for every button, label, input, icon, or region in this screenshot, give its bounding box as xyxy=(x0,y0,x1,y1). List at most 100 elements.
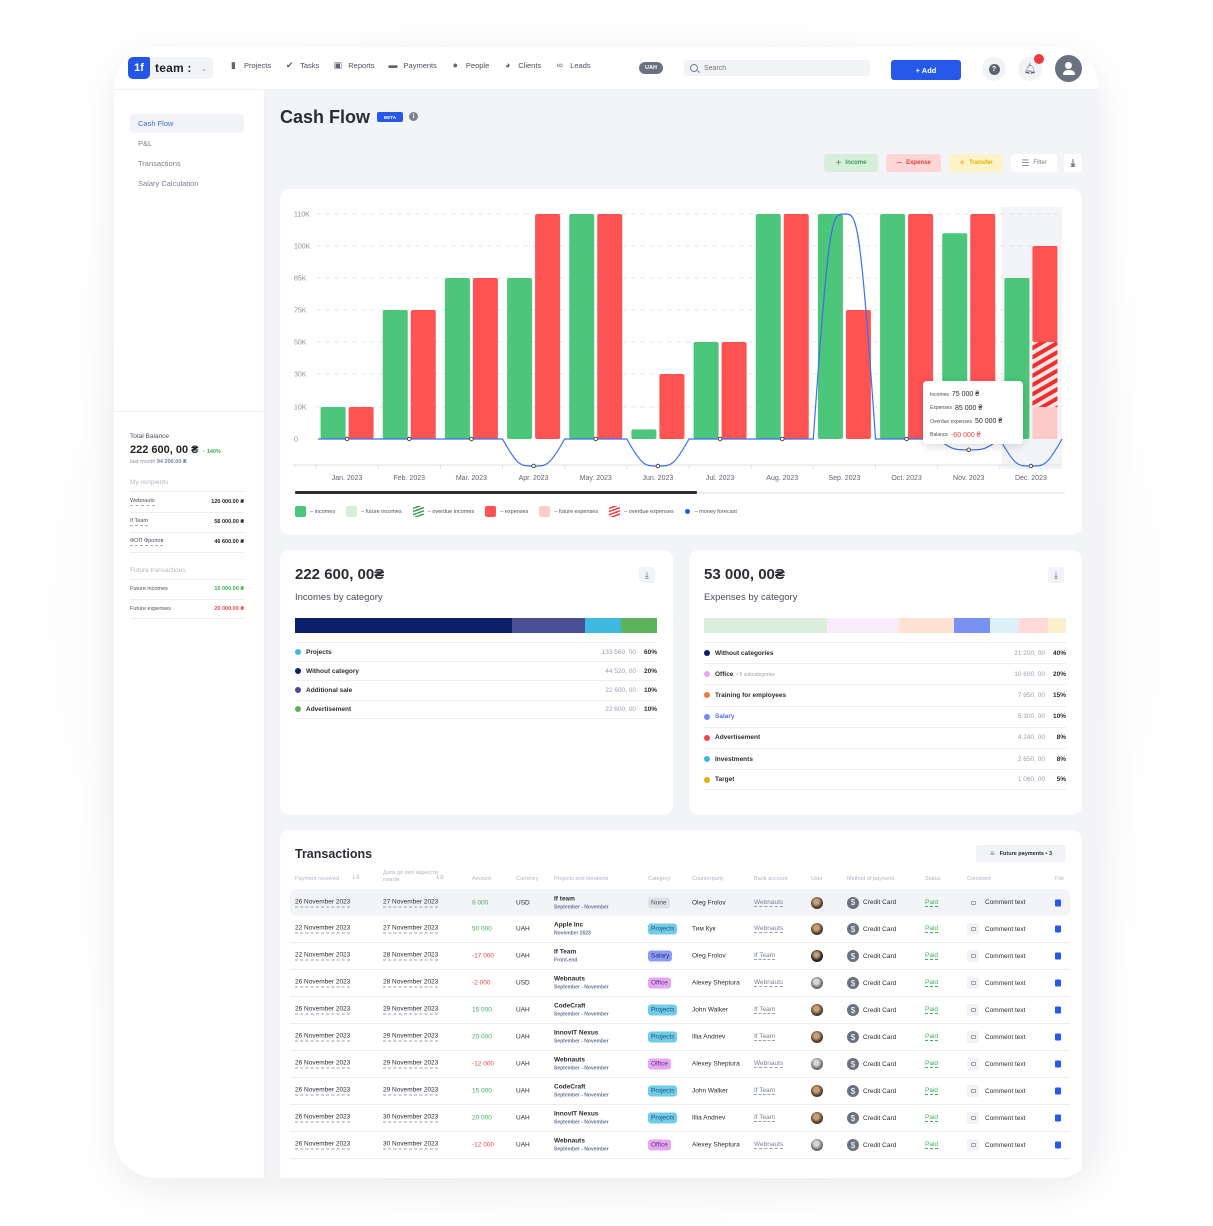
status[interactable]: Paid xyxy=(925,952,939,960)
category-tag[interactable]: Projects xyxy=(648,1085,678,1097)
nav-item-tasks[interactable]: ✔ Tasks xyxy=(285,61,319,71)
table-row[interactable]: 26 November 2023 29 November 2023 15 000 UA… xyxy=(290,1078,1070,1105)
category-tag[interactable]: Office xyxy=(648,977,671,989)
file-icon[interactable] xyxy=(1055,899,1061,906)
help-button[interactable]: ? xyxy=(982,57,1006,81)
comment[interactable]: Comment text xyxy=(967,977,1025,989)
file-icon[interactable] xyxy=(1055,1087,1061,1095)
category-name[interactable]: Projects xyxy=(306,649,602,656)
recipient-row[interactable]: If Team 56 000.00 ₴ xyxy=(130,511,244,533)
comment[interactable]: Comment text xyxy=(967,950,1025,962)
bank-account[interactable]: Webnauts xyxy=(754,1060,784,1068)
bank-account[interactable]: Webnauts xyxy=(754,1141,784,1149)
comment-icon[interactable] xyxy=(967,950,979,962)
status[interactable]: Paid xyxy=(925,925,939,933)
column-header[interactable]: Payment received xyxy=(295,876,339,882)
category-name[interactable]: Advertisement xyxy=(306,706,605,713)
add-button[interactable]: + Add xyxy=(891,60,961,80)
file-icon[interactable] xyxy=(1055,1114,1061,1122)
user-avatar[interactable] xyxy=(811,950,823,962)
category-row[interactable]: Target 1 060, 00 5% xyxy=(704,769,1066,791)
comment-icon[interactable] xyxy=(967,977,979,989)
category-tag[interactable]: Salary xyxy=(648,950,673,962)
user-avatar[interactable] xyxy=(1055,55,1082,82)
nav-item-leads[interactable]: ∞ Leads xyxy=(555,61,590,71)
bank-account[interactable]: Webnauts xyxy=(754,925,784,933)
comment[interactable]: Comment text xyxy=(967,1085,1025,1097)
category-name[interactable]: Advertisement xyxy=(715,734,1018,741)
bank-account[interactable]: Webnauts xyxy=(754,899,784,907)
download-button[interactable]: ⤓ xyxy=(1064,154,1082,172)
category-row[interactable]: Additional sale 22 600, 00 10% xyxy=(295,680,657,699)
currency-badge[interactable]: UAH xyxy=(639,62,663,74)
comment-icon[interactable] xyxy=(967,1058,979,1070)
comment[interactable]: Comment text xyxy=(967,1004,1025,1016)
category-name[interactable]: Without categories xyxy=(715,650,1014,657)
file-icon[interactable] xyxy=(1055,1141,1061,1149)
table-row[interactable]: 22 November 2023 28 November 2023 -17 000 U… xyxy=(290,943,1070,970)
recipient-name[interactable]: If Team xyxy=(130,518,148,527)
sort-icon[interactable]: ⇂≡ xyxy=(351,874,360,881)
table-row[interactable]: 26 November 2023 29 November 2023 20 000 UA… xyxy=(290,1024,1070,1051)
nav-item-reports[interactable]: ▣ Reports xyxy=(333,61,375,71)
assign-date[interactable]: 28 November 2023 xyxy=(383,979,439,988)
comment[interactable]: Comment text xyxy=(967,1112,1025,1124)
category-tag[interactable]: Office xyxy=(648,1058,671,1070)
user-avatar[interactable] xyxy=(811,1031,823,1043)
user-avatar[interactable] xyxy=(811,1085,823,1097)
assign-date[interactable]: 28 November 2023 xyxy=(383,952,439,961)
download-icon[interactable]: ⤓ xyxy=(1048,567,1064,583)
download-icon[interactable]: ⤓ xyxy=(639,567,655,583)
category-row[interactable]: Office • 5 subcategories 10 600, 00 20% xyxy=(704,663,1066,684)
category-tag[interactable]: None xyxy=(648,897,670,908)
comment[interactable]: Comment text xyxy=(967,1058,1025,1070)
project-iteration[interactable]: Webnauts September - November xyxy=(554,976,609,991)
comment-icon[interactable] xyxy=(967,1031,979,1043)
sidebar-item-transactions[interactable]: Transactions xyxy=(130,154,244,173)
user-avatar[interactable] xyxy=(811,1004,823,1016)
add-transfer-button[interactable]: + Transfer xyxy=(949,154,1003,172)
payment-received-date[interactable]: 26 November 2023 xyxy=(295,1087,351,1096)
bank-account[interactable]: Webnauts xyxy=(754,979,784,987)
info-icon[interactable]: i xyxy=(409,112,418,121)
category-name[interactable]: Salary xyxy=(715,713,1018,720)
category-row[interactable]: Training for employees 7 950, 00 15% xyxy=(704,684,1066,705)
assign-date[interactable]: 29 November 2023 xyxy=(383,1060,439,1069)
comment-icon[interactable] xyxy=(967,1085,979,1097)
file-icon[interactable] xyxy=(1055,925,1061,933)
nav-item-people[interactable]: ● People xyxy=(451,61,490,71)
project-iteration[interactable]: If Team Front-end xyxy=(554,949,577,964)
user-avatar[interactable] xyxy=(811,1139,823,1151)
status[interactable]: Paid xyxy=(925,1006,939,1014)
status[interactable]: Paid xyxy=(925,1141,939,1149)
assign-date[interactable]: 29 November 2023 xyxy=(383,1033,439,1042)
comment-icon[interactable] xyxy=(967,1139,979,1151)
recipient-row[interactable]: ФОП Фролов 46 600.00 ₴ xyxy=(130,532,244,553)
assign-date[interactable]: 29 November 2023 xyxy=(383,1087,439,1096)
category-row[interactable]: Investments 2 650, 00 8% xyxy=(704,747,1066,769)
recipient-name[interactable]: Webnauts xyxy=(130,498,155,506)
project-iteration[interactable]: Webnauts September - November xyxy=(554,1138,609,1153)
status[interactable]: Paid xyxy=(925,979,939,987)
comment-icon[interactable] xyxy=(967,1112,979,1124)
project-iteration[interactable]: InnovIT Nexus September - November xyxy=(554,1111,609,1126)
notifications-button[interactable]: 🔔︎ xyxy=(1018,54,1044,81)
bank-account[interactable]: If Team xyxy=(754,1033,776,1041)
future-payments-button[interactable]: ≡ Future payments • 3 xyxy=(976,845,1066,862)
project-iteration[interactable]: Webnauts September - November xyxy=(554,1057,609,1072)
recipient-row[interactable]: Webnauts 120 000.00 ₴ xyxy=(130,491,244,512)
category-tag[interactable]: Projects xyxy=(648,1031,678,1043)
category-name[interactable]: Investments xyxy=(715,756,1018,763)
status[interactable]: Paid xyxy=(925,1114,939,1122)
sidebar-item-salary-calculation[interactable]: Salary Calculation xyxy=(130,174,244,193)
status[interactable]: Paid xyxy=(925,899,939,907)
category-row[interactable]: Projects 133 560, 00 60% xyxy=(295,642,657,661)
bank-account[interactable]: If Team xyxy=(754,952,776,960)
payment-received-date[interactable]: 22 November 2023 xyxy=(295,925,351,934)
project-iteration[interactable]: If team September - November xyxy=(554,895,609,910)
comment-icon[interactable] xyxy=(967,1004,979,1016)
payment-received-date[interactable]: 22 November 2023 xyxy=(295,952,351,961)
payment-received-date[interactable]: 26 November 2023 xyxy=(295,979,351,988)
comment[interactable]: Comment text xyxy=(967,1139,1025,1151)
user-avatar[interactable] xyxy=(811,923,823,935)
